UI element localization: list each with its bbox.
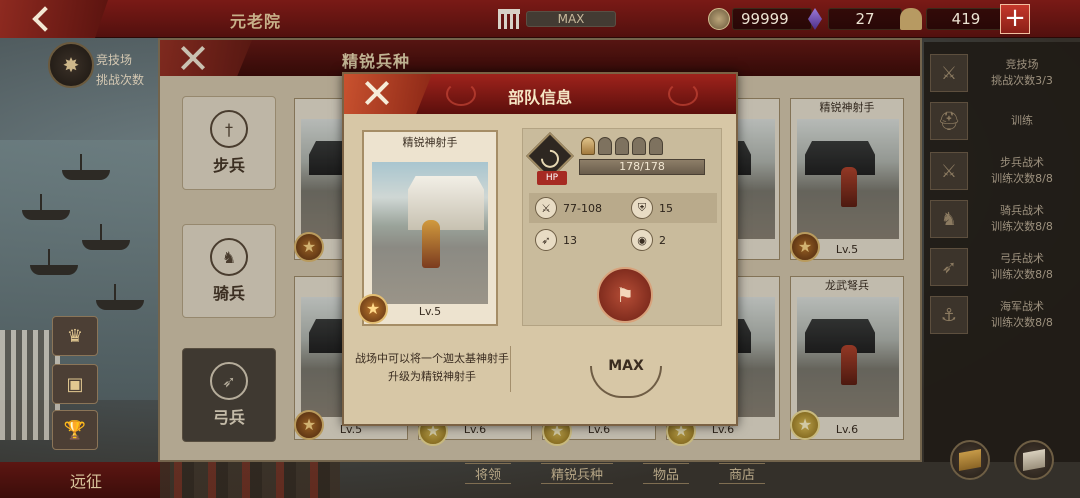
stat-row: ⚔ 77-108 ⛨ 15: [529, 193, 717, 223]
unit-description: 战场中可以将一个迦太基神射手升级为精锐神射手: [355, 352, 509, 383]
helmet-rank: [581, 137, 663, 155]
hp-tag: HP: [537, 171, 567, 185]
helmet-icon: [581, 137, 595, 155]
bottom-tabs: 将领 精锐兵种 物品 商店: [345, 462, 885, 484]
arena-label: 竞技场 挑战次数: [96, 53, 145, 87]
colonnade: [0, 330, 60, 440]
stat-row: ➶ 13 ◉ 2: [529, 225, 717, 255]
add-resource-button[interactable]: +: [1000, 4, 1030, 34]
coin-counter: 99999: [708, 7, 812, 31]
anchor-icon: ⚓: [930, 296, 968, 334]
ship: [30, 249, 78, 275]
formation-skill-icon[interactable]: ⚑: [597, 267, 653, 323]
defense-icon: ⛨: [631, 197, 653, 219]
laurel-icon: [668, 82, 698, 106]
troop-counter: 419: [900, 7, 1006, 31]
bank-icon: [498, 9, 520, 29]
ship: [96, 284, 144, 310]
bow-icon: ➶: [930, 248, 968, 286]
max-level-badge: MAX: [584, 358, 668, 398]
book-icon[interactable]: [950, 440, 990, 480]
sword-icon: ⚔: [930, 152, 968, 190]
ship: [62, 154, 110, 180]
laurel-icon: [446, 82, 476, 106]
ship: [22, 194, 70, 220]
right-item-navy-tactics[interactable]: ⚓ 海军战术 训练次数8/8: [930, 294, 1076, 336]
back-arrow-icon: [32, 6, 58, 32]
expedition-button[interactable]: 远征: [0, 462, 170, 498]
helmet-icon: [900, 8, 922, 30]
right-item-training[interactable]: ⛑ 训练: [930, 100, 1076, 142]
attack-icon: ⚔: [535, 197, 557, 219]
unit-name: 精锐神射手: [402, 136, 458, 149]
right-item-cavalry-tactics[interactable]: ♞ 骑兵战术 训练次数8/8: [930, 198, 1076, 240]
helmet-icon: [649, 137, 663, 155]
back-button[interactable]: [0, 0, 108, 38]
helmet-icon: [598, 137, 612, 155]
bank-level: MAX: [498, 7, 616, 31]
right-item-archer-tactics[interactable]: ➶ 弓兵战术 训练次数8/8: [930, 246, 1076, 288]
right-panel: ⚔ 竞技场 挑战次数3/3 ⛑ 训练 ⚔ 步兵战术 训练次数8/8 ♞ 骑兵战术 训练…: [924, 42, 1080, 462]
troop-info-dialog: 部队信息 精锐神射手 Lv.5 ★ 战场中可以将一个迦太基神射手升级为精锐神射手…: [342, 72, 738, 426]
troop-info-close-button[interactable]: [344, 74, 432, 114]
coin-icon: [708, 8, 730, 30]
right-item-arena[interactable]: ⚔ 竞技场 挑战次数3/3: [930, 52, 1076, 94]
vision-icon: ◉: [631, 229, 653, 251]
divider: [510, 346, 511, 392]
gem-counter: 27: [808, 7, 902, 31]
tab-items[interactable]: 物品: [643, 462, 690, 484]
helmet-icon: [615, 137, 629, 155]
top-bar: 元老院 MAX 99999 27 419 +: [0, 0, 1080, 38]
hp-bar: 178/178: [579, 159, 705, 175]
tab-generals[interactable]: 将领: [464, 462, 511, 484]
stats-box: HP 178/178 ⚔ 77-108 ⛨ 15 ➶ 13 ◉ 2 ⚑: [522, 128, 722, 326]
tab-elite-troops[interactable]: 精锐兵种: [540, 462, 613, 484]
soldiers-decoration: [160, 462, 340, 498]
horse-icon: ♞: [930, 200, 968, 238]
chest-icon[interactable]: ▣: [52, 364, 98, 404]
gem-icon: [808, 8, 822, 30]
helmet-icon: ⛑: [930, 102, 968, 140]
range-icon: ➶: [535, 229, 557, 251]
helmet-icon: [632, 137, 646, 155]
scroll-icon[interactable]: [1014, 440, 1054, 480]
tab-shop[interactable]: 商店: [719, 462, 766, 484]
close-icon: [364, 80, 390, 106]
laurel-wreath-icon: [590, 366, 662, 398]
star-rank-icon: ★: [358, 294, 388, 324]
trophy-icon[interactable]: 🏆: [52, 410, 98, 450]
right-item-infantry-tactics[interactable]: ⚔ 步兵战术 训练次数8/8: [930, 150, 1076, 192]
crossed-swords-icon: ⚔: [930, 54, 968, 92]
unit-portrait-image: [372, 162, 488, 304]
troop-info-header: 部队信息: [344, 74, 736, 114]
ship: [82, 224, 130, 250]
arena-badge-icon[interactable]: ✸: [48, 42, 94, 88]
crown-icon[interactable]: ♛: [52, 316, 98, 356]
page-title: 元老院: [230, 12, 282, 31]
